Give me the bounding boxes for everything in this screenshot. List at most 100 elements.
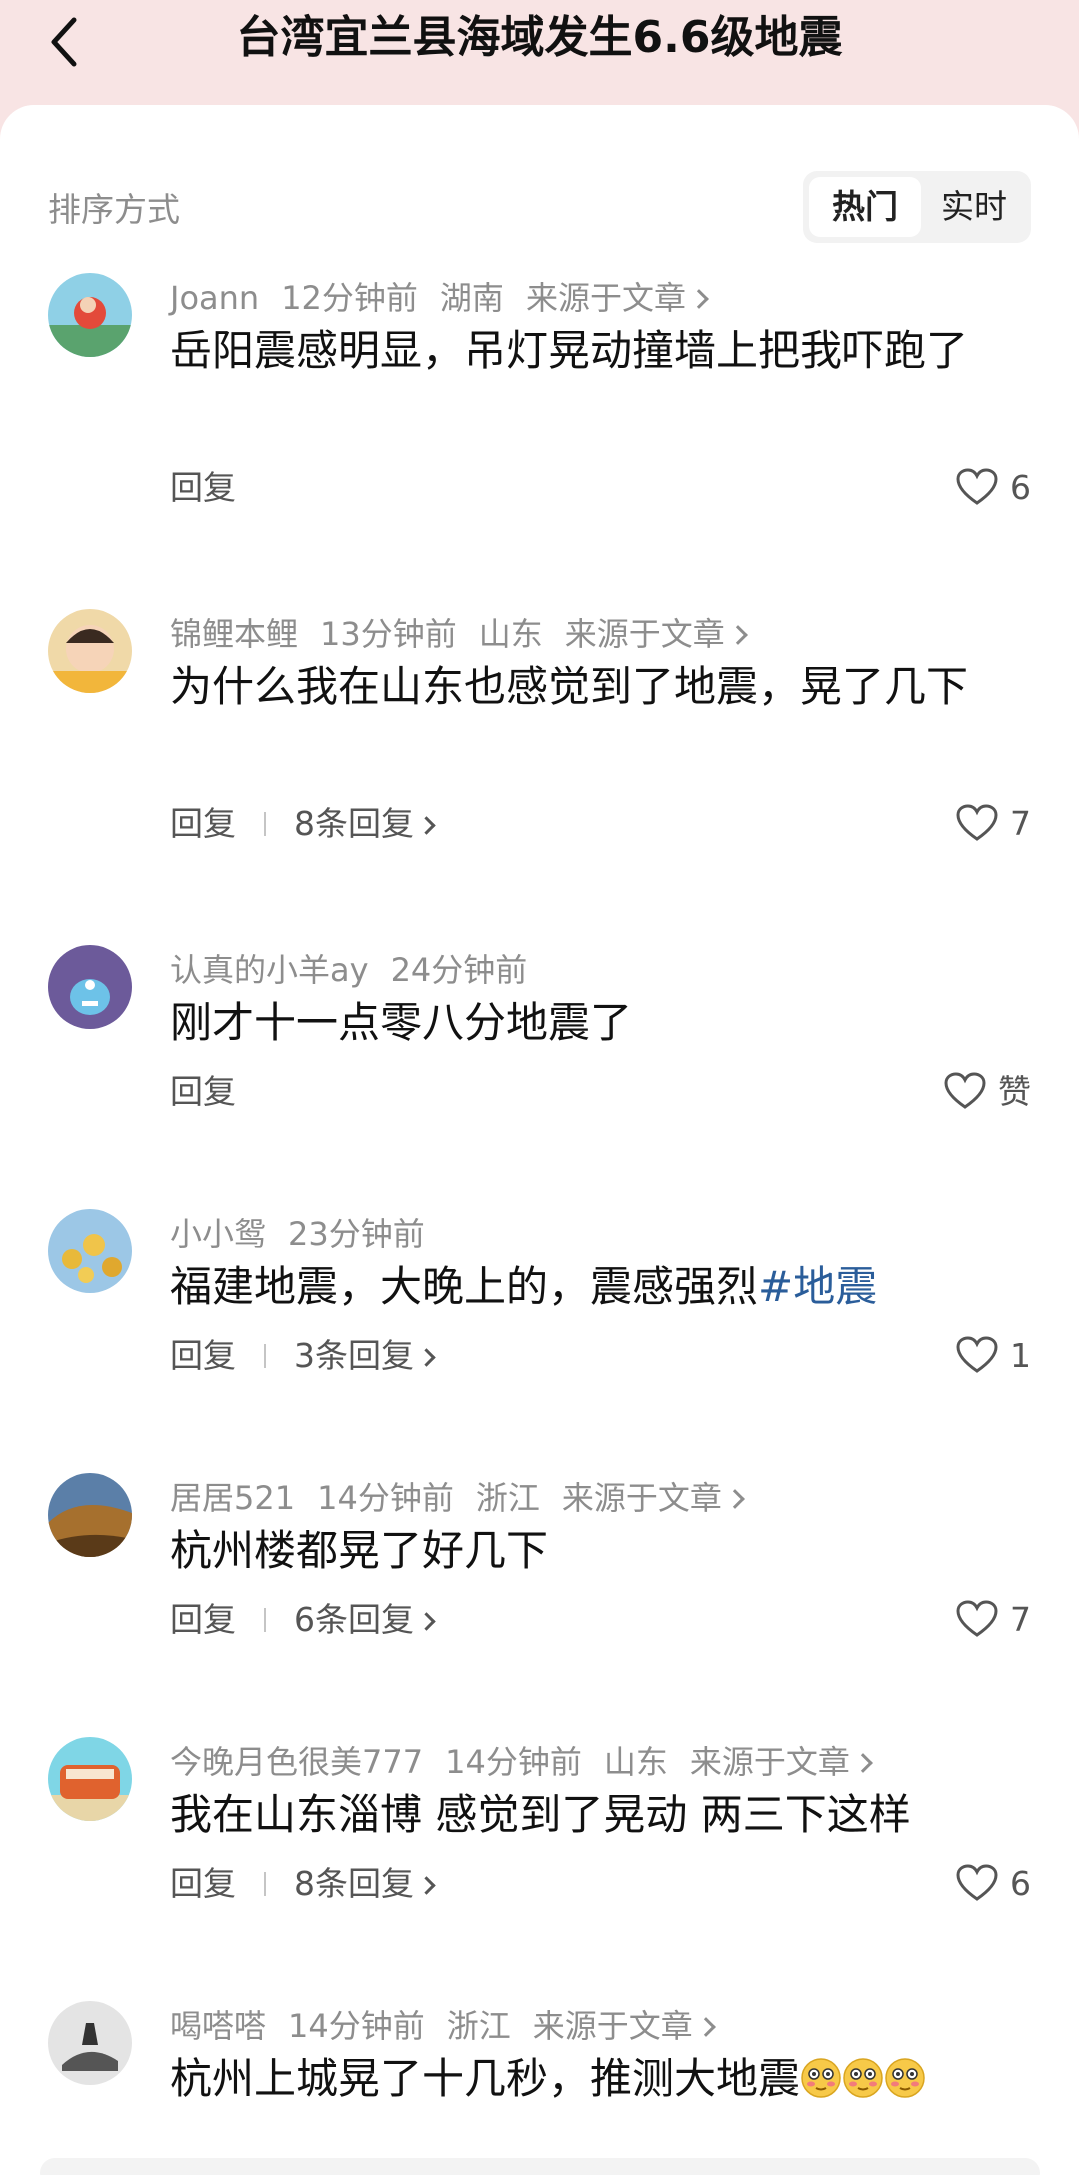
reply-button[interactable]: 回复 <box>170 468 236 507</box>
source-link[interactable]: 来源于文章 <box>562 1479 722 1517</box>
source-link[interactable]: 来源于文章 <box>690 1743 850 1781</box>
comment-item: 喝嗒嗒 14分钟前 浙江 来源于文章 杭州上城晃了十几秒，推测大地震 <box>0 2001 1079 2121</box>
avatar[interactable] <box>48 273 132 357</box>
like-label: 赞 <box>998 1072 1031 1111</box>
like-count: 6 <box>1010 1864 1031 1903</box>
avatar[interactable] <box>48 1473 132 1557</box>
comment-item: 小小鸳 23分钟前 福建地震，大晚上的，震感强烈#地震 回复 3条回复 1 <box>0 1209 1079 1389</box>
timestamp: 14分钟前 <box>288 2007 425 2045</box>
like-button[interactable]: 7 <box>956 799 1031 849</box>
chevron-right-icon <box>417 816 436 835</box>
sort-hot-tab[interactable]: 热门 <box>809 177 921 237</box>
avatar[interactable] <box>48 1737 132 1821</box>
sort-label: 排序方式 <box>48 190 180 229</box>
comment-actions: 回复 8条回复 <box>170 1859 436 1909</box>
comment-item: 今晚月色很美777 14分钟前 山东 来源于文章 我在山东淄博 感觉到了晃动 两三下这… <box>0 1737 1079 1917</box>
chevron-right-icon <box>727 625 748 645</box>
sort-live-tab[interactable]: 实时 <box>923 177 1025 237</box>
view-replies-button[interactable]: 8条回复 <box>294 804 436 843</box>
timestamp: 12分钟前 <box>281 279 418 317</box>
location: 山东 <box>603 1743 668 1781</box>
username[interactable]: 认真的小羊ay <box>170 951 369 989</box>
username[interactable]: 小小鸳 <box>170 1215 266 1253</box>
username[interactable]: 居居521 <box>170 1479 295 1517</box>
comment-meta: 锦鲤本鲤 13分钟前 山东 来源于文章 <box>170 609 748 659</box>
comment-actions: 回复 <box>170 1067 236 1117</box>
divider <box>264 1871 266 1896</box>
chevron-right-icon <box>695 2017 716 2037</box>
bottom-input-bar[interactable] <box>40 2158 1040 2175</box>
source-link[interactable]: 来源于文章 <box>533 2007 693 2045</box>
reply-button[interactable]: 回复 <box>170 804 236 843</box>
like-button[interactable]: 6 <box>956 463 1031 513</box>
comment-text: 为什么我在山东也感觉到了地震，晃了几下 <box>170 662 969 711</box>
username[interactable]: 今晚月色很美777 <box>170 1743 423 1781</box>
chevron-right-icon <box>852 1753 873 1773</box>
comments-sheet: 排序方式 热门 实时 Joann 12分钟前 湖南 来源于文章 岳阳震感明显，吊灯晃动… <box>0 105 1079 2175</box>
comment-text: 杭州上城晃了十几秒，推测大地震 <box>170 2045 1040 2113</box>
comment-item: 居居521 14分钟前 浙江 来源于文章 杭州楼都晃了好几下 回复 6条回复 7 <box>0 1473 1079 1653</box>
flushed-face-icon <box>843 2057 883 2098</box>
like-button[interactable]: 1 <box>956 1331 1031 1381</box>
location: 浙江 <box>446 2007 511 2045</box>
reply-button[interactable]: 回复 <box>170 1072 236 1111</box>
timestamp: 13分钟前 <box>320 615 457 653</box>
comment-meta: 居居521 14分钟前 浙江 来源于文章 <box>170 1473 745 1523</box>
location: 浙江 <box>475 1479 540 1517</box>
reply-button[interactable]: 回复 <box>170 1600 236 1639</box>
avatar[interactable] <box>48 1209 132 1293</box>
source-link[interactable]: 来源于文章 <box>526 279 686 317</box>
header-bar: 台湾宜兰县海域发生6.6级地震 <box>0 0 1079 105</box>
avatar[interactable] <box>48 945 132 1029</box>
view-replies-button[interactable]: 3条回复 <box>294 1336 436 1375</box>
reply-button[interactable]: 回复 <box>170 1336 236 1375</box>
hashtag-link[interactable]: #地震 <box>758 1262 877 1311</box>
comment-text: 杭州楼都晃了好几下 <box>170 1526 549 1575</box>
flushed-face-icon <box>885 2057 925 2098</box>
comment-actions: 回复 8条回复 <box>170 799 436 849</box>
avatar[interactable] <box>48 609 132 693</box>
divider <box>264 811 266 836</box>
comment-meta: 小小鸳 23分钟前 <box>170 1209 447 1259</box>
like-button[interactable]: 7 <box>956 1595 1031 1645</box>
reply-button[interactable]: 回复 <box>170 1864 236 1903</box>
username[interactable]: Joann <box>170 279 259 317</box>
like-count: 7 <box>1010 804 1031 843</box>
page-title: 台湾宜兰县海域发生6.6级地震 <box>236 12 843 63</box>
avatar[interactable] <box>48 2001 132 2085</box>
comment-item: 锦鲤本鲤 13分钟前 山东 来源于文章 为什么我在山东也感觉到了地震，晃了几下 回复 8… <box>0 609 1079 859</box>
reply-count: 8条回复 <box>294 804 414 843</box>
comment-body: 杭州上城晃了十几秒，推测大地震 <box>170 2054 801 2103</box>
like-count: 1 <box>1010 1336 1031 1375</box>
timestamp: 23分钟前 <box>288 1215 425 1253</box>
username[interactable]: 锦鲤本鲤 <box>170 615 298 653</box>
reply-count: 8条回复 <box>294 1864 414 1903</box>
comment-meta: 喝嗒嗒 14分钟前 浙江 来源于文章 <box>170 2001 716 2051</box>
like-button[interactable]: 赞 <box>944 1067 1031 1117</box>
like-count: 6 <box>1010 468 1031 507</box>
like-button[interactable]: 6 <box>956 1859 1031 1909</box>
comment-body: 福建地震，大晚上的，震感强烈 <box>170 1262 759 1311</box>
divider <box>264 1607 266 1632</box>
comment-meta: 认真的小羊ay 24分钟前 <box>170 945 549 995</box>
divider <box>264 1343 266 1368</box>
heart-icon <box>956 1335 998 1373</box>
source-link[interactable]: 来源于文章 <box>565 615 725 653</box>
comment-actions: 回复 6条回复 <box>170 1595 436 1645</box>
heart-icon <box>956 1863 998 1901</box>
username[interactable]: 喝嗒嗒 <box>170 2007 266 2045</box>
sort-toggle: 热门 实时 <box>803 171 1031 243</box>
view-replies-button[interactable]: 8条回复 <box>294 1864 436 1903</box>
comment-item: 认真的小羊ay 24分钟前 刚才十一点零八分地震了 回复 赞 <box>0 945 1079 1125</box>
chevron-right-icon <box>417 1348 436 1367</box>
chevron-right-icon <box>417 1612 436 1631</box>
comment-text: 我在山东淄博 感觉到了晃动 两三下这样 <box>170 1790 911 1839</box>
view-replies-button[interactable]: 6条回复 <box>294 1600 436 1639</box>
chevron-right-icon <box>417 1876 436 1895</box>
heart-icon <box>956 1599 998 1637</box>
reply-count: 3条回复 <box>294 1336 414 1375</box>
heart-icon <box>956 467 998 505</box>
location: 山东 <box>478 615 543 653</box>
location: 湖南 <box>439 279 504 317</box>
like-count: 7 <box>1010 1600 1031 1639</box>
